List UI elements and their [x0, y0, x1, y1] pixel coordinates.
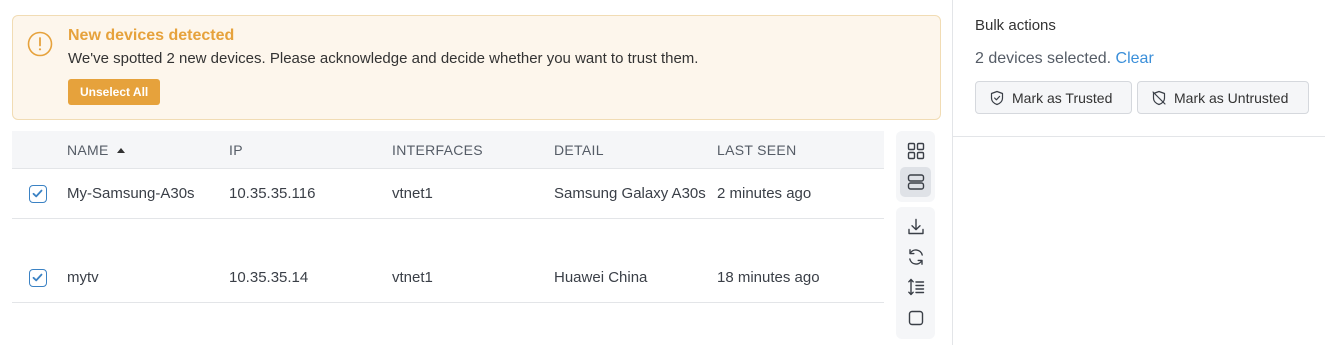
mark-untrusted-label: Mark as Untrusted [1174, 89, 1289, 106]
device-interface: vtnet1 [392, 269, 433, 286]
refresh-icon [908, 249, 923, 265]
checkmark-icon [32, 189, 43, 198]
grid-view-icon [907, 142, 924, 160]
column-header-name[interactable]: NAME [67, 142, 125, 158]
mark-trusted-label: Mark as Trusted [1012, 89, 1113, 106]
row-density-icon [907, 278, 924, 296]
unselect-all-button[interactable]: Unselect All [68, 79, 161, 105]
device-last-seen: 2 minutes ago [717, 185, 812, 202]
export-button[interactable] [900, 212, 931, 242]
alert-message: We've spotted 2 new devices. Please ackn… [68, 50, 699, 67]
table-actions-group [896, 207, 935, 339]
checkmark-icon [32, 273, 43, 282]
list-view-icon [907, 174, 924, 190]
select-mode-button[interactable] [900, 303, 931, 333]
column-header-interfaces[interactable]: INTERFACES [392, 142, 483, 158]
download-icon [907, 218, 924, 235]
bulk-actions-header: Bulk actions 2 devices selected. Clear M… [953, 0, 1325, 137]
table-row[interactable]: My-Samsung-A30s 10.35.35.116 vtnet1 Sams… [12, 169, 884, 219]
alert-title: New devices detected [68, 27, 235, 44]
column-header-last-seen[interactable]: LAST SEEN [717, 142, 796, 158]
device-detail: Samsung Galaxy A30s [554, 185, 706, 202]
device-name: mytv [67, 269, 99, 286]
checkbox-square-icon [908, 310, 923, 326]
shield-off-icon [1152, 90, 1166, 105]
device-detail: Huawei China [554, 269, 648, 286]
device-interface: vtnet1 [392, 185, 433, 202]
row-density-button[interactable] [900, 272, 931, 302]
warning-icon [27, 31, 53, 57]
shield-check-icon [990, 90, 1004, 105]
table-header: NAME IP INTERFACES DETAIL LAST SEEN [12, 131, 884, 169]
device-ip: 10.35.35.116 [229, 185, 316, 202]
row-checkbox[interactable] [29, 269, 47, 287]
device-last-seen: 18 minutes ago [717, 269, 820, 286]
column-header-detail[interactable]: DETAIL [554, 142, 604, 158]
grid-view-button[interactable] [900, 136, 931, 166]
selection-summary: 2 devices selected. Clear [975, 50, 1154, 68]
row-checkbox[interactable] [29, 185, 47, 203]
new-devices-alert: New devices detected We've spotted 2 new… [12, 15, 941, 120]
bulk-actions-title: Bulk actions [975, 17, 1056, 34]
view-toggle-group [896, 131, 935, 202]
sort-ascending-icon [116, 148, 125, 153]
mark-trusted-button[interactable]: Mark as Trusted [975, 81, 1132, 114]
list-view-button[interactable] [900, 167, 931, 197]
selected-count-text: 2 devices selected. [975, 50, 1112, 67]
mark-untrusted-button[interactable]: Mark as Untrusted [1137, 81, 1309, 114]
bulk-actions-panel: Bulk actions 2 devices selected. Clear M… [952, 0, 1325, 345]
clear-selection-link[interactable]: Clear [1116, 50, 1154, 67]
device-ip: 10.35.35.14 [229, 269, 309, 286]
table-row[interactable]: mytv 10.35.35.14 vtnet1 Huawei China 18 … [12, 219, 884, 303]
column-header-ip[interactable]: IP [229, 142, 243, 158]
device-name: My-Samsung-A30s [67, 185, 195, 202]
devices-table: NAME IP INTERFACES DETAIL LAST SEEN My-S… [12, 131, 884, 303]
refresh-button[interactable] [900, 242, 931, 272]
